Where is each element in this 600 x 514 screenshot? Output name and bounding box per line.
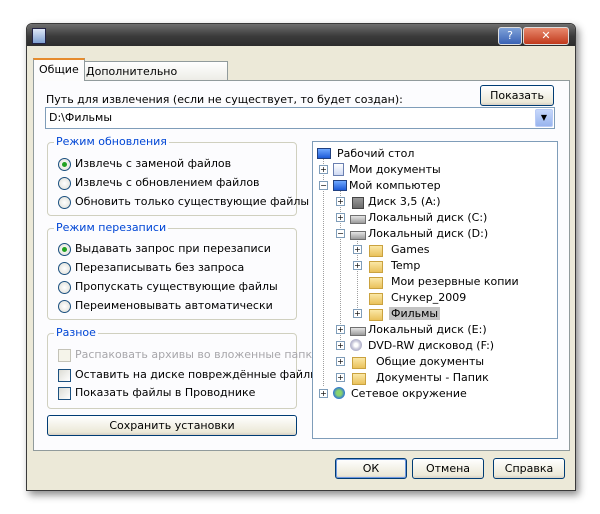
help-title-button[interactable]: ? [498,27,522,45]
app-icon [32,28,46,44]
option-label: Переименовывать автоматически [75,299,273,312]
checkbox [58,349,71,362]
misc-title: Разное [54,326,98,339]
tree-item-label: Рабочий стол [337,147,415,160]
overwrite-mode-group: Режим перезаписи Выдавать запрос при пер… [47,221,297,320]
tree-item-label: Диск 3,5 (A:) [368,195,441,208]
tree-item-label: Снукер_2009 [391,291,467,304]
collapse-icon[interactable]: − [319,181,328,190]
tab-general[interactable]: Общие [33,58,85,81]
path-value: D:\Фильмы [49,111,112,124]
expand-icon[interactable]: + [319,389,328,398]
radio-button[interactable] [58,177,71,190]
drive-icon [350,327,366,336]
show-button[interactable]: Показать [480,85,554,106]
option-label: Пропускать существующие файлы [75,280,278,293]
checkbox[interactable] [58,387,71,400]
close-button[interactable]: ✕ [523,27,569,45]
overwrite-mode-title: Режим перезаписи [54,221,169,234]
expand-icon[interactable]: + [353,309,362,318]
radio-button[interactable] [58,158,71,171]
save-settings-button[interactable]: Сохранить установки [47,415,297,436]
tree-line [323,156,324,386]
folder-icon [352,357,366,369]
folder-icon [369,309,383,321]
drive-icon [350,215,366,224]
option-label: Перезаписывать без запроса [75,261,245,274]
tree-item-label: Локальный диск (D:) [368,227,489,240]
tree-item-label: Games [391,243,430,256]
drive-icon [350,231,366,240]
title-bar[interactable]: ? ✕ [27,24,575,46]
documents-icon [333,163,344,176]
folder-icon [369,245,383,257]
path-combobox[interactable]: D:\Фильмы ▼ [45,107,555,129]
option-label: Обновить только существующие файлы [75,195,310,208]
dialog-window: ? ✕ Общие Дополнительно Путь для извлече… [26,23,576,491]
option-label: Извлечь с обновлением файлов [75,176,260,189]
ok-button[interactable]: ОК [335,458,407,479]
desktop-icon [317,148,331,159]
cancel-button[interactable]: Отмена [412,458,484,479]
expand-icon[interactable]: + [336,341,345,350]
update-mode-group: Режим обновления Извлечь с заменой файло… [47,135,309,216]
expand-icon[interactable]: + [353,245,362,254]
radio-button[interactable] [58,196,71,209]
folder-icon [369,277,383,289]
tree-item-label: Temp [391,259,421,272]
expand-icon[interactable]: + [336,325,345,334]
radio-button[interactable] [58,243,71,256]
expand-icon[interactable]: + [336,213,345,222]
computer-icon [333,180,347,191]
floppy-icon [352,197,364,209]
path-label: Путь для извлечения (если не существует,… [46,93,403,106]
tree-item-label: Документы - Папик [376,371,489,384]
help-button[interactable]: Справка [493,458,565,479]
expand-icon[interactable]: + [353,261,362,270]
radio-button[interactable] [58,262,71,275]
folder-icon [369,293,383,305]
option-label: Извлечь с заменой файлов [75,157,232,170]
checkbox[interactable] [58,369,71,382]
dvd-icon [350,339,362,351]
update-mode-title: Режим обновления [54,135,169,148]
misc-group: Разное Распаковать архивы во вложенные п… [47,326,319,409]
chevron-down-icon[interactable]: ▼ [535,109,553,127]
tree-item-label: Мои документы [349,163,441,176]
expand-icon[interactable]: + [336,197,345,206]
tree-item-label: Общие документы [376,355,485,368]
tree-item-label: DVD-RW дисковод (F:) [368,339,495,352]
tree-item-label: Мой компьютер [349,179,441,192]
folder-icon [369,261,383,273]
radio-button[interactable] [58,281,71,294]
tree-item-label: Локальный диск (E:) [368,323,487,336]
option-label: Распаковать архивы во вложенные папки [75,348,320,361]
collapse-icon[interactable]: − [336,229,345,238]
folder-icon [352,373,366,385]
tree-item-label: Мои резервные копии [391,275,519,288]
option-label: Оставить на диске повреждённые файлы [75,368,319,381]
folder-tree[interactable]: Рабочий стол + Мои документы − Мой компь… [312,141,558,439]
radio-button[interactable] [58,300,71,313]
tree-item-label: Сетевое окружение [351,387,467,400]
expand-icon[interactable]: + [336,357,345,366]
option-label: Выдавать запрос при перезаписи [75,242,271,255]
network-icon [333,387,345,399]
tree-item-label: Локальный диск (C:) [368,211,488,224]
option-label: Показать файлы в Проводнике [75,386,256,399]
tab-advanced[interactable]: Дополнительно [80,61,228,81]
tree-item-label: Фильмы [389,307,441,320]
expand-icon[interactable]: + [319,165,328,174]
expand-icon[interactable]: + [336,373,345,382]
